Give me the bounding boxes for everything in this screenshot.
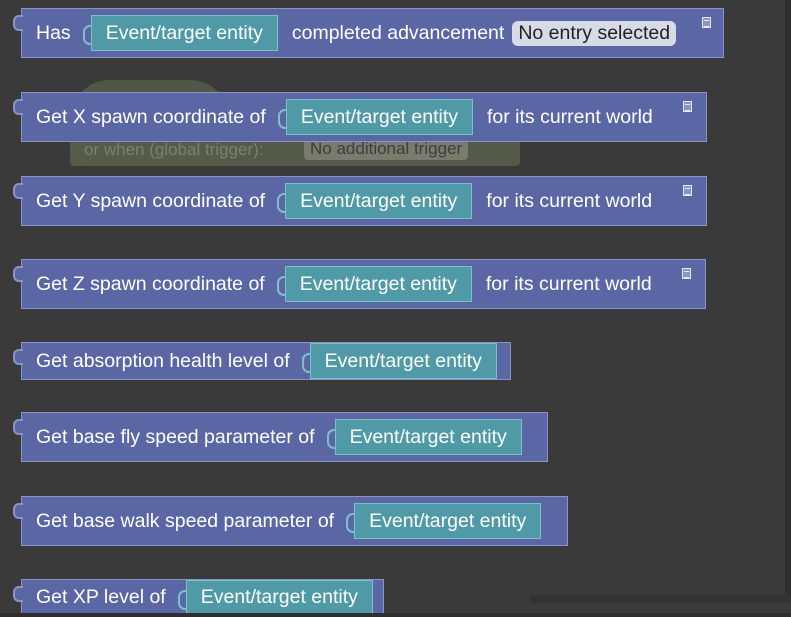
block-get-fly-speed[interactable]: Get base fly speed parameter of Event/ta… — [13, 412, 548, 462]
entity-input[interactable]: Event/target entity — [277, 99, 473, 135]
block-text: for its current world — [485, 272, 652, 295]
bottom-edge — [0, 613, 791, 617]
entity-input[interactable]: Event/target entity — [82, 15, 278, 51]
entity-input[interactable]: Event/target entity — [276, 266, 472, 302]
block-text: Get X spawn coordinate of — [36, 105, 266, 128]
comment-icon[interactable] — [702, 17, 711, 28]
ghost-row — [70, 138, 520, 166]
block-get-walk-speed[interactable]: Get base walk speed parameter of Event/t… — [13, 496, 568, 546]
comment-icon[interactable] — [682, 268, 691, 279]
block-get-absorption[interactable]: Get absorption health level of Event/tar… — [13, 342, 511, 380]
entity-input[interactable]: Event/target entity — [326, 419, 522, 455]
block-text: for its current world — [486, 105, 653, 128]
comment-icon[interactable] — [683, 101, 692, 112]
block-text: Has — [36, 21, 71, 44]
block-get-y-spawn[interactable]: Get Y spawn coordinate of Event/target e… — [13, 176, 707, 226]
block-has-advancement[interactable]: Has Event/target entity completed advanc… — [13, 8, 724, 58]
entity-input[interactable]: Event/target entity — [277, 183, 473, 219]
block-text: Get XP level of — [36, 585, 166, 608]
block-get-xp-level[interactable]: Get XP level of Event/target entity — [13, 579, 384, 615]
block-get-z-spawn[interactable]: Get Z spawn coordinate of Event/target e… — [13, 259, 706, 309]
block-text: Get Z spawn coordinate of — [36, 272, 265, 295]
block-text: Get base fly speed parameter of — [36, 425, 315, 448]
entity-input[interactable]: Event/target entity — [346, 503, 542, 539]
block-text: Get Y spawn coordinate of — [36, 189, 266, 212]
ghost-trigger-text: or when (global trigger): — [84, 140, 264, 159]
block-text: Get absorption health level of — [36, 349, 290, 372]
block-text: completed advancement — [291, 21, 505, 44]
vertical-scrollbar[interactable] — [785, 0, 791, 600]
block-get-x-spawn[interactable]: Get X spawn coordinate of Event/target e… — [13, 92, 707, 142]
advancement-selector[interactable]: No entry selected — [512, 20, 677, 46]
entity-input[interactable]: Event/target entity — [177, 580, 373, 614]
block-text: Get base walk speed parameter of — [36, 509, 335, 532]
comment-icon[interactable] — [683, 185, 692, 196]
entity-input[interactable]: Event/target entity — [301, 343, 497, 379]
block-text: for its current world — [486, 189, 653, 212]
horizontal-scrollbar[interactable] — [530, 595, 791, 603]
